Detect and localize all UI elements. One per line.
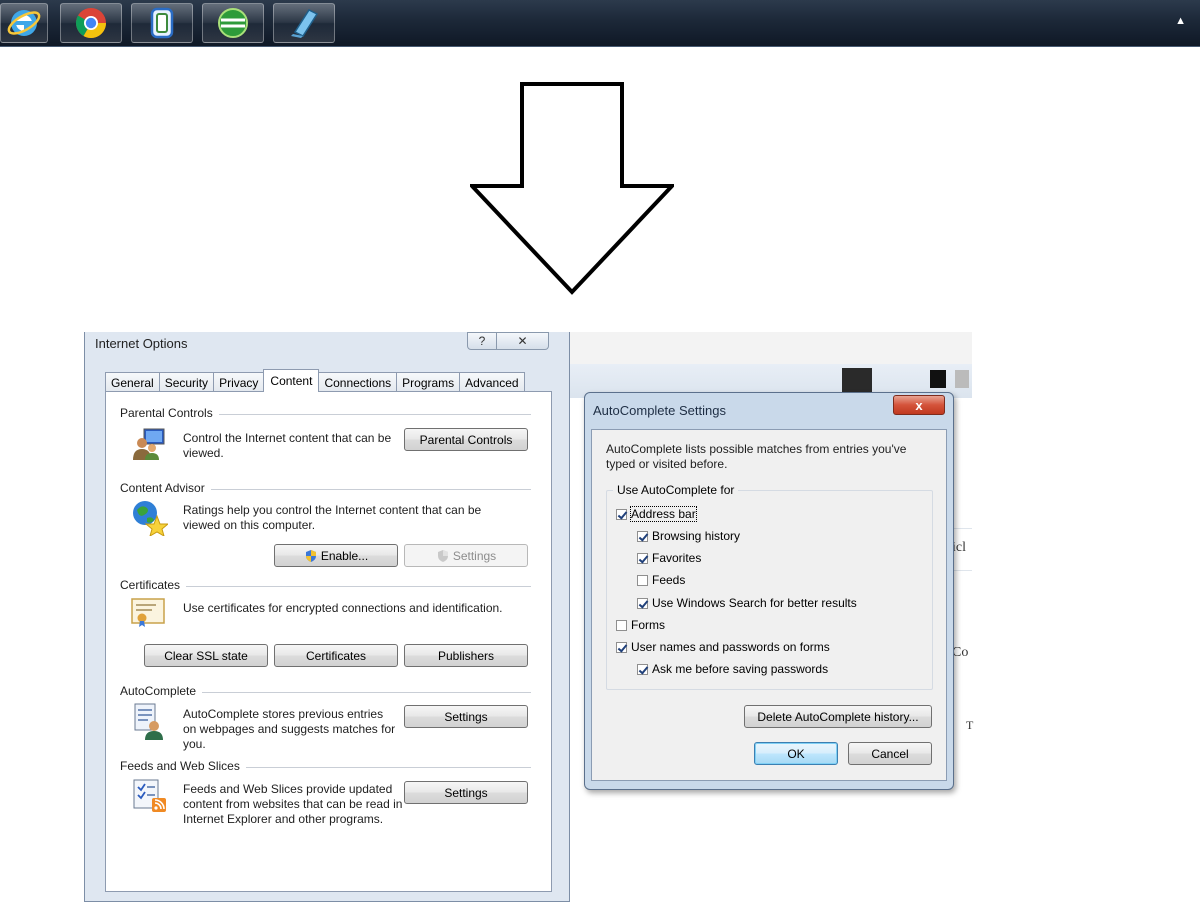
user-names-label: User names and passwords on forms <box>631 640 830 654</box>
close-button[interactable]: ✕ <box>497 332 549 350</box>
background-divider-2 <box>954 570 972 571</box>
feeds-checkbox[interactable] <box>637 574 648 586</box>
window-frame-icon <box>150 7 174 39</box>
tab-strip: General Security Privacy Content Connect… <box>105 369 525 392</box>
tab-programs[interactable]: Programs <box>396 372 461 392</box>
uac-shield-icon <box>305 549 316 562</box>
content-tab-panel: Parental Controls Control the Internet c… <box>105 391 552 892</box>
user-names-checkbox[interactable] <box>616 641 627 653</box>
background-divider <box>954 528 972 529</box>
browsing-history-checkbox[interactable] <box>637 530 648 542</box>
clear-ssl-state-button[interactable]: Clear SSL state <box>144 644 268 667</box>
taskbar-ie-button[interactable] <box>0 3 48 43</box>
chrome-icon <box>75 8 106 39</box>
favorites-option[interactable]: Favorites <box>637 551 701 565</box>
parental-controls-heading: Parental Controls <box>120 406 219 420</box>
feeds-description: Feeds and Web Slices provide updated con… <box>183 782 403 826</box>
tab-advanced[interactable]: Advanced <box>459 372 525 392</box>
certificates-button[interactable]: Certificates <box>274 644 398 667</box>
windows-search-option[interactable]: Use Windows Search for better results <box>637 596 857 610</box>
forms-checkbox[interactable] <box>616 619 627 631</box>
autocomplete-settings-dialog: AutoComplete Settings x AutoComplete lis… <box>584 392 954 790</box>
windows-search-checkbox[interactable] <box>637 597 648 609</box>
autocomplete-settings-button[interactable]: Settings <box>404 705 528 728</box>
enable-button[interactable]: Enable... <box>274 544 398 567</box>
content-advisor-description: Ratings help you control the Internet co… <box>183 503 482 532</box>
feeds-option[interactable]: Feeds <box>637 573 685 587</box>
uac-shield-disabled-icon <box>437 549 448 562</box>
dialog-title: Internet Options <box>95 336 188 351</box>
internet-options-dialog: Internet Options ? ✕ General Security Pr… <box>84 332 570 902</box>
browsing-history-option[interactable]: Browsing history <box>637 529 740 543</box>
help-button[interactable]: ? <box>467 332 497 350</box>
background-dark-icon-2 <box>930 370 946 388</box>
delete-autocomplete-history-button[interactable]: Delete AutoComplete history... <box>744 705 932 728</box>
feeds-settings-button[interactable]: Settings <box>404 781 528 804</box>
favorites-checkbox[interactable] <box>637 552 648 564</box>
taskbar: ▲ <box>0 0 1200 47</box>
taskbar-chrome-button[interactable] <box>60 3 122 43</box>
certificates-heading: Certificates <box>120 578 187 592</box>
address-bar-label: Address bar <box>630 506 697 522</box>
caption-buttons: ? ✕ <box>467 332 549 350</box>
autocomplete-icon <box>134 703 163 740</box>
parental-controls-description: Control the Internet content that can be… <box>183 431 392 460</box>
background-dark-icon <box>842 368 872 392</box>
forms-label: Forms <box>631 618 665 632</box>
windows-search-label: Use Windows Search for better results <box>652 596 857 610</box>
use-autocomplete-legend: Use AutoComplete for <box>613 483 739 497</box>
feeds-label: Feeds <box>652 573 686 587</box>
green-globe-icon <box>218 8 248 38</box>
tab-privacy[interactable]: Privacy <box>213 372 265 392</box>
down-arrow-icon <box>470 82 674 295</box>
ask-passwords-checkbox[interactable] <box>637 663 648 675</box>
background-text-fragment-1: icl <box>952 540 966 555</box>
favorites-label: Favorites <box>652 551 702 565</box>
user-names-option[interactable]: User names and passwords on forms <box>616 640 830 654</box>
parental-controls-button[interactable]: Parental Controls <box>404 428 528 451</box>
taskbar-app4-button[interactable] <box>202 3 264 43</box>
autocomplete-description: AutoComplete stores previous entries on … <box>183 707 396 751</box>
parental-controls-icon <box>133 428 165 460</box>
internet-explorer-icon <box>7 10 41 36</box>
address-bar-option[interactable]: Address bar <box>616 506 697 522</box>
certificate-icon <box>131 598 165 627</box>
ask-passwords-option[interactable]: Ask me before saving passwords <box>637 662 828 676</box>
tray-expand-icon[interactable]: ▲ <box>1175 15 1186 27</box>
taskbar-app5-button[interactable] <box>273 3 335 43</box>
forms-option[interactable]: Forms <box>616 618 665 632</box>
cancel-button[interactable]: Cancel <box>848 742 932 765</box>
content-advisor-icon <box>133 501 168 536</box>
autocomplete-dialog-body: AutoComplete lists possible matches from… <box>591 429 947 781</box>
autocomplete-dialog-title: AutoComplete Settings <box>593 403 726 418</box>
taskbar-app3-button[interactable] <box>131 3 193 43</box>
tab-content[interactable]: Content <box>263 369 320 392</box>
tab-connections[interactable]: Connections <box>318 372 398 392</box>
feeds-heading: Feeds and Web Slices <box>120 759 246 773</box>
content-advisor-heading: Content Advisor <box>120 481 211 495</box>
ask-passwords-label: Ask me before saving passwords <box>652 662 829 676</box>
advisor-settings-button[interactable]: Settings <box>404 544 528 567</box>
advisor-settings-button-label: Settings <box>452 548 497 563</box>
autocomplete-close-button[interactable]: x <box>893 395 945 415</box>
browsing-history-label: Browsing history <box>652 529 741 543</box>
autocomplete-heading: AutoComplete <box>120 684 203 698</box>
enable-button-label: Enable... <box>320 548 369 563</box>
background-text-fragment-3: T <box>966 718 974 732</box>
publishers-button[interactable]: Publishers <box>404 644 528 667</box>
tab-general[interactable]: General <box>105 372 160 392</box>
background-gray-icon <box>955 370 969 388</box>
certificates-description: Use certificates for encrypted connectio… <box>183 601 503 615</box>
feeds-icon <box>133 779 166 812</box>
address-bar-checkbox[interactable] <box>616 508 627 520</box>
notebook-icon <box>291 9 319 38</box>
autocomplete-intro: AutoComplete lists possible matches from… <box>606 442 907 471</box>
tab-security[interactable]: Security <box>158 372 215 392</box>
background-toolbar <box>570 332 972 365</box>
ok-button[interactable]: OK <box>754 742 838 765</box>
background-text-fragment-2: Co <box>952 645 969 660</box>
